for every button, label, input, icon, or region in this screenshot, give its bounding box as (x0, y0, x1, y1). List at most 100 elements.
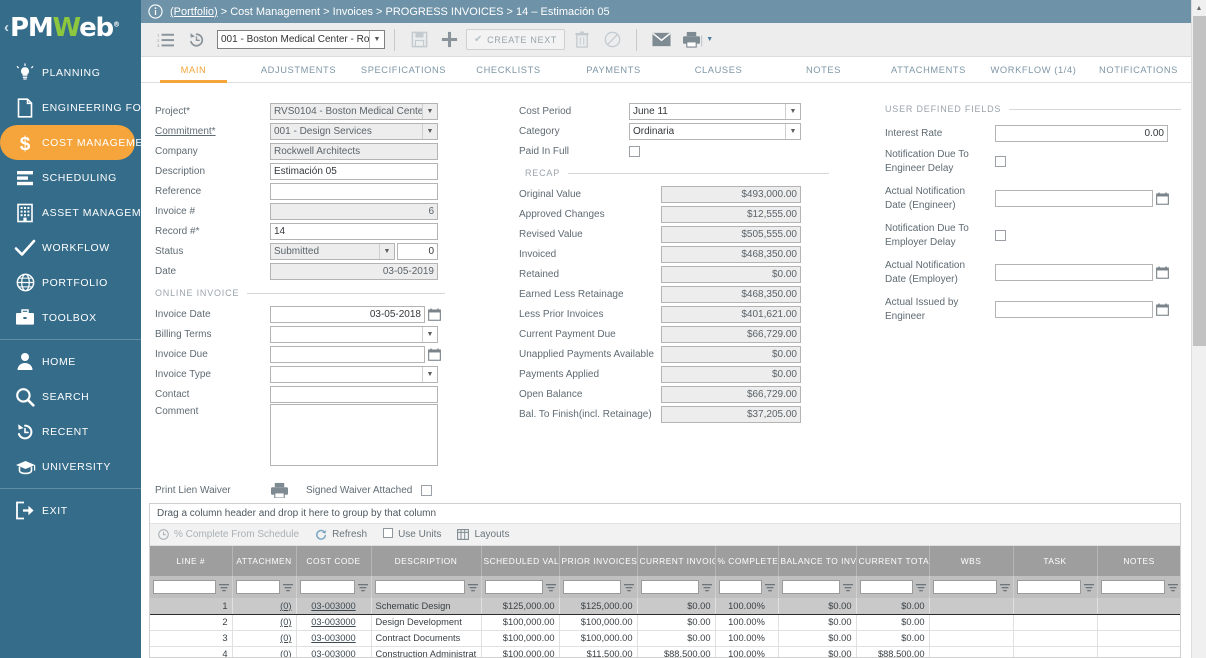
chevron-down-icon[interactable]: ▼ (422, 367, 437, 382)
filter-icon[interactable] (219, 583, 229, 592)
grid-toolbar-layouts[interactable]: Layouts (457, 529, 509, 540)
calendar-icon[interactable] (428, 308, 441, 321)
sidebar-item-recent[interactable]: RECENT (0, 414, 141, 449)
comment-textarea[interactable] (270, 404, 438, 466)
grid-filter-input[interactable] (1101, 580, 1165, 594)
grid-filter-cell[interactable] (559, 576, 637, 598)
sidebar-item-toolbox[interactable]: TOOLBOX (0, 300, 141, 335)
project-selector[interactable]: 001 - Boston Medical Center - Rockv ▼ (217, 30, 385, 49)
scrollbar-thumb[interactable] (1193, 16, 1206, 346)
grid-filter-input[interactable] (719, 580, 762, 594)
grid-filter-input[interactable] (782, 580, 840, 594)
grid-column-header[interactable]: ATTACHMEN (232, 546, 296, 576)
page-scrollbar[interactable]: ▲ (1191, 0, 1206, 658)
table-cell-text[interactable]: (0) (280, 633, 291, 643)
void-button[interactable] (597, 27, 627, 53)
grid-filter-cell[interactable] (778, 576, 856, 598)
filter-icon[interactable] (765, 583, 775, 592)
tab-clauses[interactable]: CLAUSES (666, 57, 771, 82)
grid-column-header[interactable]: BALANCE TO INVOICE (778, 546, 856, 576)
chevron-down-icon[interactable]: ▼ (422, 124, 437, 139)
table-cell-text[interactable]: (0) (280, 649, 291, 658)
email-button[interactable] (646, 27, 676, 53)
sidebar-item-search[interactable]: SEARCH (0, 379, 141, 414)
tab-main[interactable]: MAIN (141, 57, 246, 82)
grid-filter-input[interactable] (236, 580, 280, 594)
status-number-input[interactable]: 0 (397, 243, 438, 260)
sidebar-item-cost-management[interactable]: $COST MANAGEMENT (0, 125, 135, 160)
sidebar-collapse-icon[interactable]: ‹ (4, 19, 9, 36)
notification-employer-checkbox[interactable] (995, 230, 1006, 241)
filter-icon[interactable] (283, 583, 293, 592)
tab-workflow-1-4[interactable]: WORKFLOW (1/4) (981, 57, 1086, 82)
grid-column-header[interactable]: COST CODE (296, 546, 371, 576)
add-button[interactable] (434, 27, 464, 53)
reference-input[interactable] (270, 183, 438, 200)
tab-checklists[interactable]: CHECKLISTS (456, 57, 561, 82)
grid-column-header[interactable]: TASK (1013, 546, 1097, 576)
description-input[interactable]: Estimación 05 (270, 163, 438, 180)
grid-filter-input[interactable] (933, 580, 997, 594)
grid-filter-cell[interactable] (150, 576, 232, 598)
paid-in-full-checkbox[interactable] (629, 146, 640, 157)
grid-toolbar-complete-from-schedule[interactable]: % Complete From Schedule (158, 529, 299, 540)
calendar-icon[interactable] (1156, 266, 1169, 279)
project-select[interactable]: RVS0104 - Boston Medical Center▼ (270, 103, 438, 120)
grid-column-header[interactable]: % COMPLETE (715, 546, 778, 576)
table-row[interactable]: 4(0)03-003000Construction Administrat$10… (150, 646, 1181, 658)
sidebar-item-planning[interactable]: PLANNING (0, 55, 141, 90)
table-cell-text[interactable]: 03-003000 (311, 601, 355, 611)
group-by-hint[interactable]: Drag a column header and drop it here to… (150, 504, 1180, 524)
table-cell-text[interactable]: (0) (280, 617, 291, 627)
notification-engineer-checkbox[interactable] (995, 156, 1006, 167)
grid-filter-cell[interactable] (637, 576, 715, 598)
commitment-select[interactable]: 001 - Design Services▼ (270, 123, 438, 140)
create-next-button[interactable]: ✔ CREATE NEXT (466, 29, 565, 50)
filter-icon[interactable] (358, 583, 368, 592)
calendar-icon[interactable] (428, 348, 441, 361)
filter-icon[interactable] (624, 583, 634, 592)
grid-filter-input[interactable] (563, 580, 621, 594)
grid-column-header[interactable]: LINE # (150, 546, 232, 576)
invoice-due-input[interactable] (270, 346, 425, 363)
grid-column-header[interactable]: CURRENT INVOICE (637, 546, 715, 576)
grid-column-header[interactable]: CURRENT TOTAL DUE (856, 546, 929, 576)
chevron-down-icon[interactable]: ▼ (369, 31, 384, 48)
filter-icon[interactable] (916, 583, 926, 592)
history-icon[interactable] (181, 27, 211, 53)
grid-column-header[interactable]: DESCRIPTION (371, 546, 481, 576)
grid-filter-input[interactable] (375, 580, 465, 594)
chevron-down-icon[interactable]: ▼ (785, 124, 800, 139)
table-cell-text[interactable]: (0) (280, 601, 291, 611)
grid-filter-input[interactable] (300, 580, 355, 594)
chevron-down-icon[interactable]: ▼ (422, 327, 437, 342)
invoice-type-select[interactable]: ▼ (270, 366, 438, 383)
chevron-down-icon[interactable]: ▼ (785, 104, 800, 119)
filter-icon[interactable] (1168, 583, 1178, 592)
grid-filter-cell[interactable] (1097, 576, 1181, 598)
sidebar-item-home[interactable]: HOME (0, 344, 141, 379)
tab-payments[interactable]: PAYMENTS (561, 57, 666, 82)
printer-icon[interactable] (270, 482, 300, 499)
table-row[interactable]: 3(0)03-003000Contract Documents$100,000.… (150, 630, 1181, 646)
tab-adjustments[interactable]: ADJUSTMENTS (246, 57, 351, 82)
tab-notes[interactable]: NOTES (771, 57, 876, 82)
save-button[interactable] (404, 27, 434, 53)
grid-column-header[interactable]: SCHEDULED VALUE (481, 546, 559, 576)
info-icon[interactable] (148, 4, 163, 19)
sidebar-item-engineering-for[interactable]: ENGINEERING FOR... (0, 90, 141, 125)
grid-filter-cell[interactable] (929, 576, 1013, 598)
filter-icon[interactable] (1000, 583, 1010, 592)
sidebar-item-workflow[interactable]: WORKFLOW (0, 230, 141, 265)
actual-notification-engineer-input[interactable] (995, 190, 1153, 207)
actual-notification-employer-input[interactable] (995, 264, 1153, 281)
grid-filter-cell[interactable] (856, 576, 929, 598)
billing-terms-select[interactable]: ▼ (270, 326, 438, 343)
chevron-down-icon[interactable]: ▼ (379, 244, 394, 259)
tab-specifications[interactable]: SPECIFICATIONS (351, 57, 456, 82)
grid-filter-cell[interactable] (481, 576, 559, 598)
sidebar-item-asset-manageme[interactable]: ASSET MANAGEME... (0, 195, 141, 230)
grid-column-header[interactable]: NOTES (1097, 546, 1181, 576)
table-cell-text[interactable]: 03-003000 (311, 633, 355, 643)
grid-filter-cell[interactable] (371, 576, 481, 598)
